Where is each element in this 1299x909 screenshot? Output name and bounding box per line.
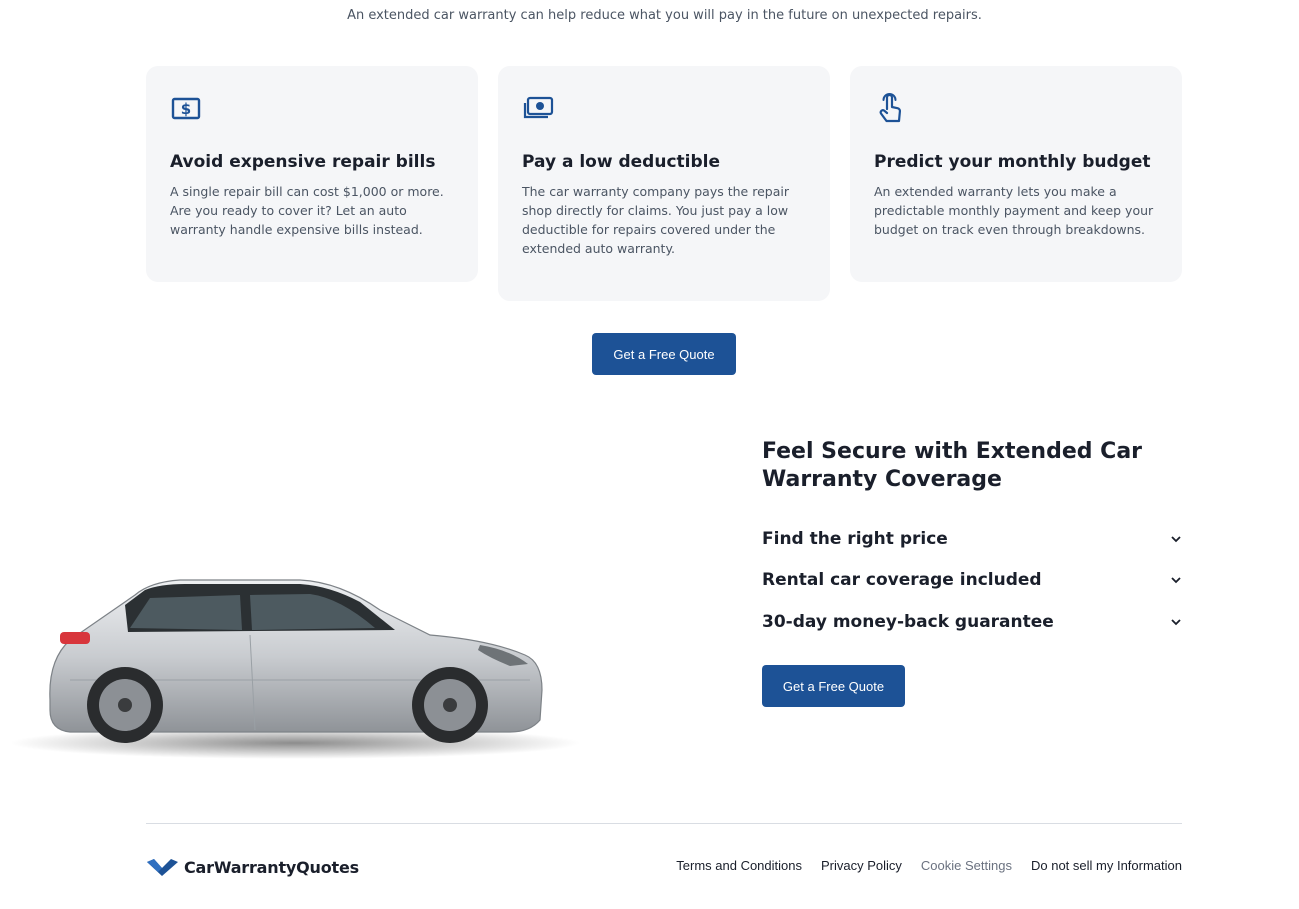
- card-title: Predict your monthly budget: [874, 152, 1151, 172]
- footer-link-do-not-sell[interactable]: Do not sell my Information: [1031, 858, 1182, 873]
- card-title: Pay a low deductible: [522, 152, 720, 172]
- intro-text: An extended car warranty can help reduce…: [347, 8, 982, 23]
- faq-label: Find the right price: [762, 529, 948, 549]
- faq-label: 30-day money-back guarantee: [762, 612, 1054, 632]
- footer-divider: [146, 823, 1182, 824]
- car-image: [10, 579, 580, 759]
- cash-stack-icon: [523, 96, 554, 119]
- chevron-down-icon: [1171, 536, 1181, 543]
- faq-label: Rental car coverage included: [762, 570, 1042, 590]
- card-body: A single repair bill can cost $1,000 or …: [170, 184, 444, 237]
- benefit-card-budget: Predict your monthly budget An extended …: [850, 66, 1182, 282]
- logo-text: CarWarrantyQuotes: [184, 857, 359, 877]
- chevron-down-icon: [1171, 619, 1181, 626]
- faq-find-right-price[interactable]: Find the right price: [762, 527, 1182, 551]
- get-free-quote-button[interactable]: Get a Free Quote: [592, 333, 736, 375]
- faq-money-back-guarantee[interactable]: 30-day money-back guarantee: [762, 610, 1182, 634]
- checkmark-logo-icon: [147, 859, 178, 876]
- footer-link-terms[interactable]: Terms and Conditions: [676, 858, 802, 873]
- card-title: Avoid expensive repair bills: [170, 152, 436, 172]
- benefit-card-repair-bills: $ Avoid expensive repair bills A single …: [146, 66, 478, 282]
- footer-link-privacy[interactable]: Privacy Policy: [821, 858, 902, 873]
- dollar-bill-icon: $: [171, 97, 201, 120]
- footer-links: Terms and Conditions Privacy Policy Cook…: [676, 858, 1182, 873]
- get-free-quote-button[interactable]: Get a Free Quote: [762, 665, 905, 707]
- footer-link-cookie-settings[interactable]: Cookie Settings: [921, 858, 1012, 873]
- benefit-card-deductible: Pay a low deductible The car warranty co…: [498, 66, 830, 301]
- svg-text:$: $: [181, 100, 191, 118]
- hand-pointer-icon: [879, 93, 901, 123]
- card-body: The car warranty company pays the repair…: [522, 184, 789, 256]
- section-title: Feel Secure with Extended Car Warranty C…: [762, 439, 1143, 492]
- chevron-down-icon: [1171, 577, 1181, 584]
- site-logo[interactable]: CarWarrantyQuotes: [146, 855, 359, 879]
- card-body: An extended warranty lets you make a pre…: [874, 184, 1154, 237]
- faq-rental-car-coverage[interactable]: Rental car coverage included: [762, 568, 1182, 592]
